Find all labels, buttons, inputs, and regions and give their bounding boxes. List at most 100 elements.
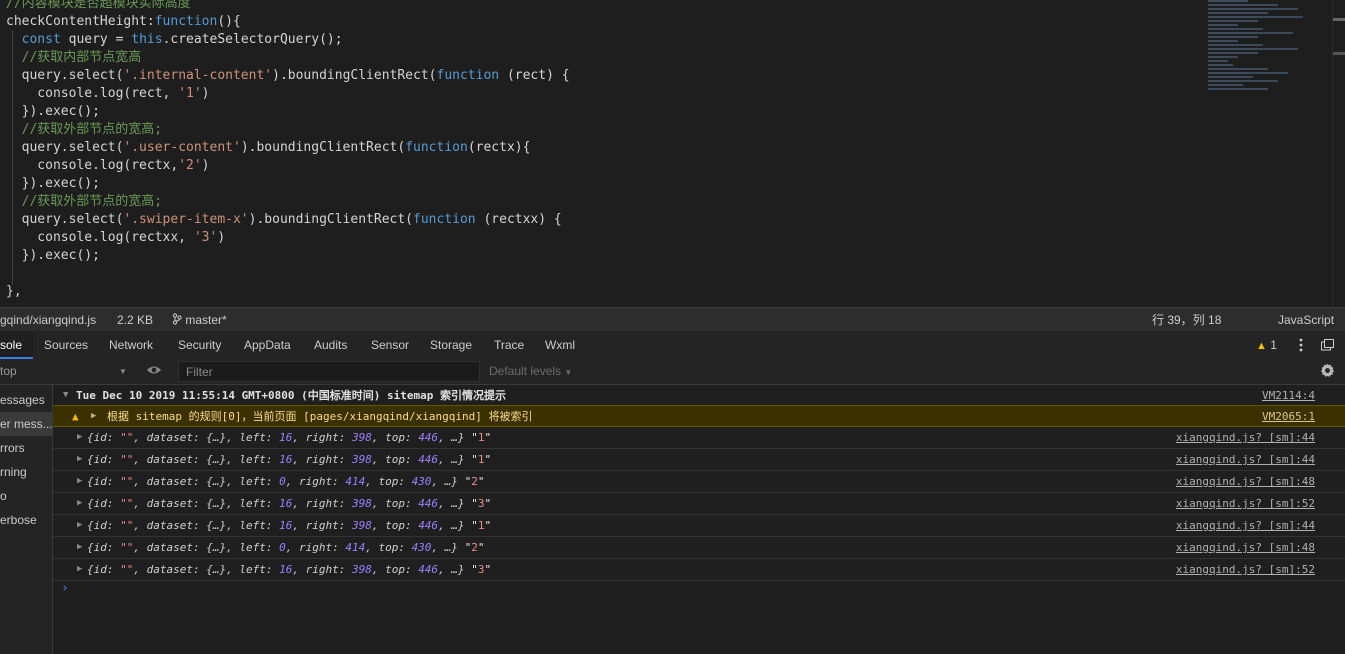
code-token: function [405, 140, 468, 155]
sidebar-item-messages[interactable]: essages [0, 388, 52, 412]
console-log-row[interactable]: ▶ {id: "", dataset: {…}, left: 16, right:… [53, 427, 1345, 449]
expand-triangle-icon[interactable]: ▶ [77, 427, 82, 448]
code-token: console.log(rectx, [6, 158, 179, 173]
expand-triangle-icon[interactable]: ▶ [77, 515, 82, 536]
top-value: 446 [418, 431, 439, 444]
tab-audits[interactable]: Audits [314, 331, 347, 359]
source-link[interactable]: xiangqind.js? [sm]:48 [1176, 471, 1315, 492]
minimap-line [1208, 84, 1243, 86]
code-token: '.user-content' [123, 140, 241, 155]
tab-sources[interactable]: Sources [44, 331, 88, 359]
sidebar-item-warnings[interactable]: rning [0, 460, 52, 484]
tab-trace[interactable]: Trace [494, 331, 524, 359]
code-token: '3' [193, 230, 218, 245]
expand-triangle-icon[interactable]: ▶ [77, 471, 82, 492]
tab-network[interactable]: Network [109, 331, 153, 359]
undock-icon[interactable] [1321, 331, 1337, 359]
dataset-value: {…} [206, 519, 227, 532]
dataset-value: {…} [206, 453, 227, 466]
expand-triangle-icon[interactable]: ▼ [63, 385, 68, 406]
source-link[interactable]: xiangqind.js? [sm]:44 [1176, 449, 1315, 470]
code-token: query.select( [6, 140, 124, 155]
dataset-key: , dataset: [133, 497, 207, 510]
console-log-row[interactable]: ▶ {id: "", dataset: {…}, left: 16, right:… [53, 559, 1345, 581]
git-branch[interactable]: master* [172, 308, 227, 332]
filter-input[interactable]: Filter [178, 361, 480, 382]
minimap-line [1208, 32, 1293, 34]
object-close: , …} [438, 519, 472, 532]
sidebar-item-errors[interactable]: rrors [0, 436, 52, 460]
warning-icon: ▲ [72, 410, 79, 423]
scrollbar-marker [1333, 18, 1345, 21]
right-value: 398 [351, 563, 372, 576]
minimap-line [1208, 40, 1238, 42]
left-value: 0 [279, 541, 286, 554]
log-message: {id: "", dataset: {…}, left: 16, right: … [87, 449, 491, 470]
expand-triangle-icon[interactable]: ▶ [77, 493, 82, 514]
object-open: {id: [87, 497, 121, 510]
code-token: const [21, 32, 61, 47]
console-prompt-icon[interactable]: › [61, 581, 69, 596]
minimap-line [1208, 20, 1258, 22]
code-token: ).boundingClientRect( [240, 140, 406, 155]
context-selector[interactable]: top ▼ [0, 359, 130, 384]
dataset-value: {…} [206, 431, 227, 444]
warning-counter[interactable]: ▲ 1 [1256, 331, 1277, 359]
sidebar-item-verbose[interactable]: erbose [0, 508, 52, 532]
quote-open: " [471, 563, 478, 576]
settings-gear-icon[interactable] [1320, 363, 1335, 381]
editor-scrollbar[interactable] [1332, 0, 1345, 307]
code-token: (rect) { [499, 68, 570, 83]
code-token: }).exec(); [6, 176, 100, 191]
minimap-line [1208, 80, 1278, 82]
right-key: , right: [292, 519, 352, 532]
tab-wxml[interactable]: Wxml [545, 331, 575, 359]
right-value: 414 [345, 541, 366, 554]
console-warning-row[interactable]: ▲ ▶ 根据 sitemap 的规则[0]，当前页面 [pages/xiangq… [53, 405, 1345, 427]
cursor-position[interactable]: 行 39，列 18 [1152, 308, 1221, 332]
source-link[interactable]: xiangqind.js? [sm]:44 [1176, 515, 1315, 536]
tab-security[interactable]: Security [178, 331, 221, 359]
expand-triangle-icon[interactable]: ▶ [91, 406, 96, 427]
expand-triangle-icon[interactable]: ▶ [77, 559, 82, 580]
sidebar-item-user-messages[interactable]: er mess... [0, 412, 52, 436]
language-mode[interactable]: JavaScript [1278, 308, 1334, 332]
console-log-row[interactable]: ▶ {id: "", dataset: {…}, left: 0, right: … [53, 537, 1345, 559]
dataset-key: , dataset: [133, 431, 207, 444]
source-link[interactable]: xiangqind.js? [sm]:48 [1176, 537, 1315, 558]
tab-console[interactable]: sole [0, 331, 33, 359]
expand-triangle-icon[interactable]: ▶ [77, 449, 82, 470]
eye-icon[interactable] [146, 364, 162, 379]
source-link[interactable]: VM2114:4 [1262, 385, 1315, 406]
right-key: , right: [285, 475, 346, 488]
log-levels-dropdown[interactable]: Default levels ▼ [489, 359, 572, 385]
tab-storage[interactable]: Storage [430, 331, 472, 359]
console-log-row[interactable]: ▶ {id: "", dataset: {…}, left: 16, right:… [53, 493, 1345, 515]
source-link[interactable]: xiangqind.js? [sm]:44 [1176, 427, 1315, 448]
code-token: checkContentHeight [6, 14, 147, 29]
more-options-icon[interactable] [1296, 331, 1306, 359]
minimap[interactable] [1208, 0, 1318, 140]
minimap-line [1208, 76, 1253, 78]
tab-sensor[interactable]: Sensor [371, 331, 409, 359]
console-log-row[interactable]: ▶ {id: "", dataset: {…}, left: 0, right: … [53, 471, 1345, 493]
code-content[interactable]: //内容模块是否超模块实际高度 checkContentHeight:functi… [6, 0, 570, 301]
sidebar-item-info[interactable]: o [0, 484, 52, 508]
code-token: function [154, 14, 218, 29]
quote-close: " [484, 431, 492, 444]
source-link[interactable]: xiangqind.js? [sm]:52 [1176, 559, 1315, 580]
quote-close: " [477, 541, 485, 554]
console-output[interactable]: ▼ Tue Dec 10 2019 11:55:14 GMT+0800 (中国标… [53, 385, 1345, 654]
source-link[interactable]: VM2065:1 [1262, 406, 1315, 427]
quote-close: " [484, 453, 492, 466]
code-token: .createSelectorQuery(); [162, 32, 343, 47]
left-value: 16 [279, 519, 293, 532]
console-group-header[interactable]: ▼ Tue Dec 10 2019 11:55:14 GMT+0800 (中国标… [53, 385, 1345, 407]
source-link[interactable]: xiangqind.js? [sm]:52 [1176, 493, 1315, 514]
expand-triangle-icon[interactable]: ▶ [77, 537, 82, 558]
code-token: console.log(rect, [6, 86, 179, 101]
console-log-row[interactable]: ▶ {id: "", dataset: {…}, left: 16, right:… [53, 515, 1345, 537]
console-log-row[interactable]: ▶ {id: "", dataset: {…}, left: 16, right:… [53, 449, 1345, 471]
tab-appdata[interactable]: AppData [244, 331, 291, 359]
code-editor[interactable]: //内容模块是否超模块实际高度 checkContentHeight:functi… [0, 0, 1345, 307]
